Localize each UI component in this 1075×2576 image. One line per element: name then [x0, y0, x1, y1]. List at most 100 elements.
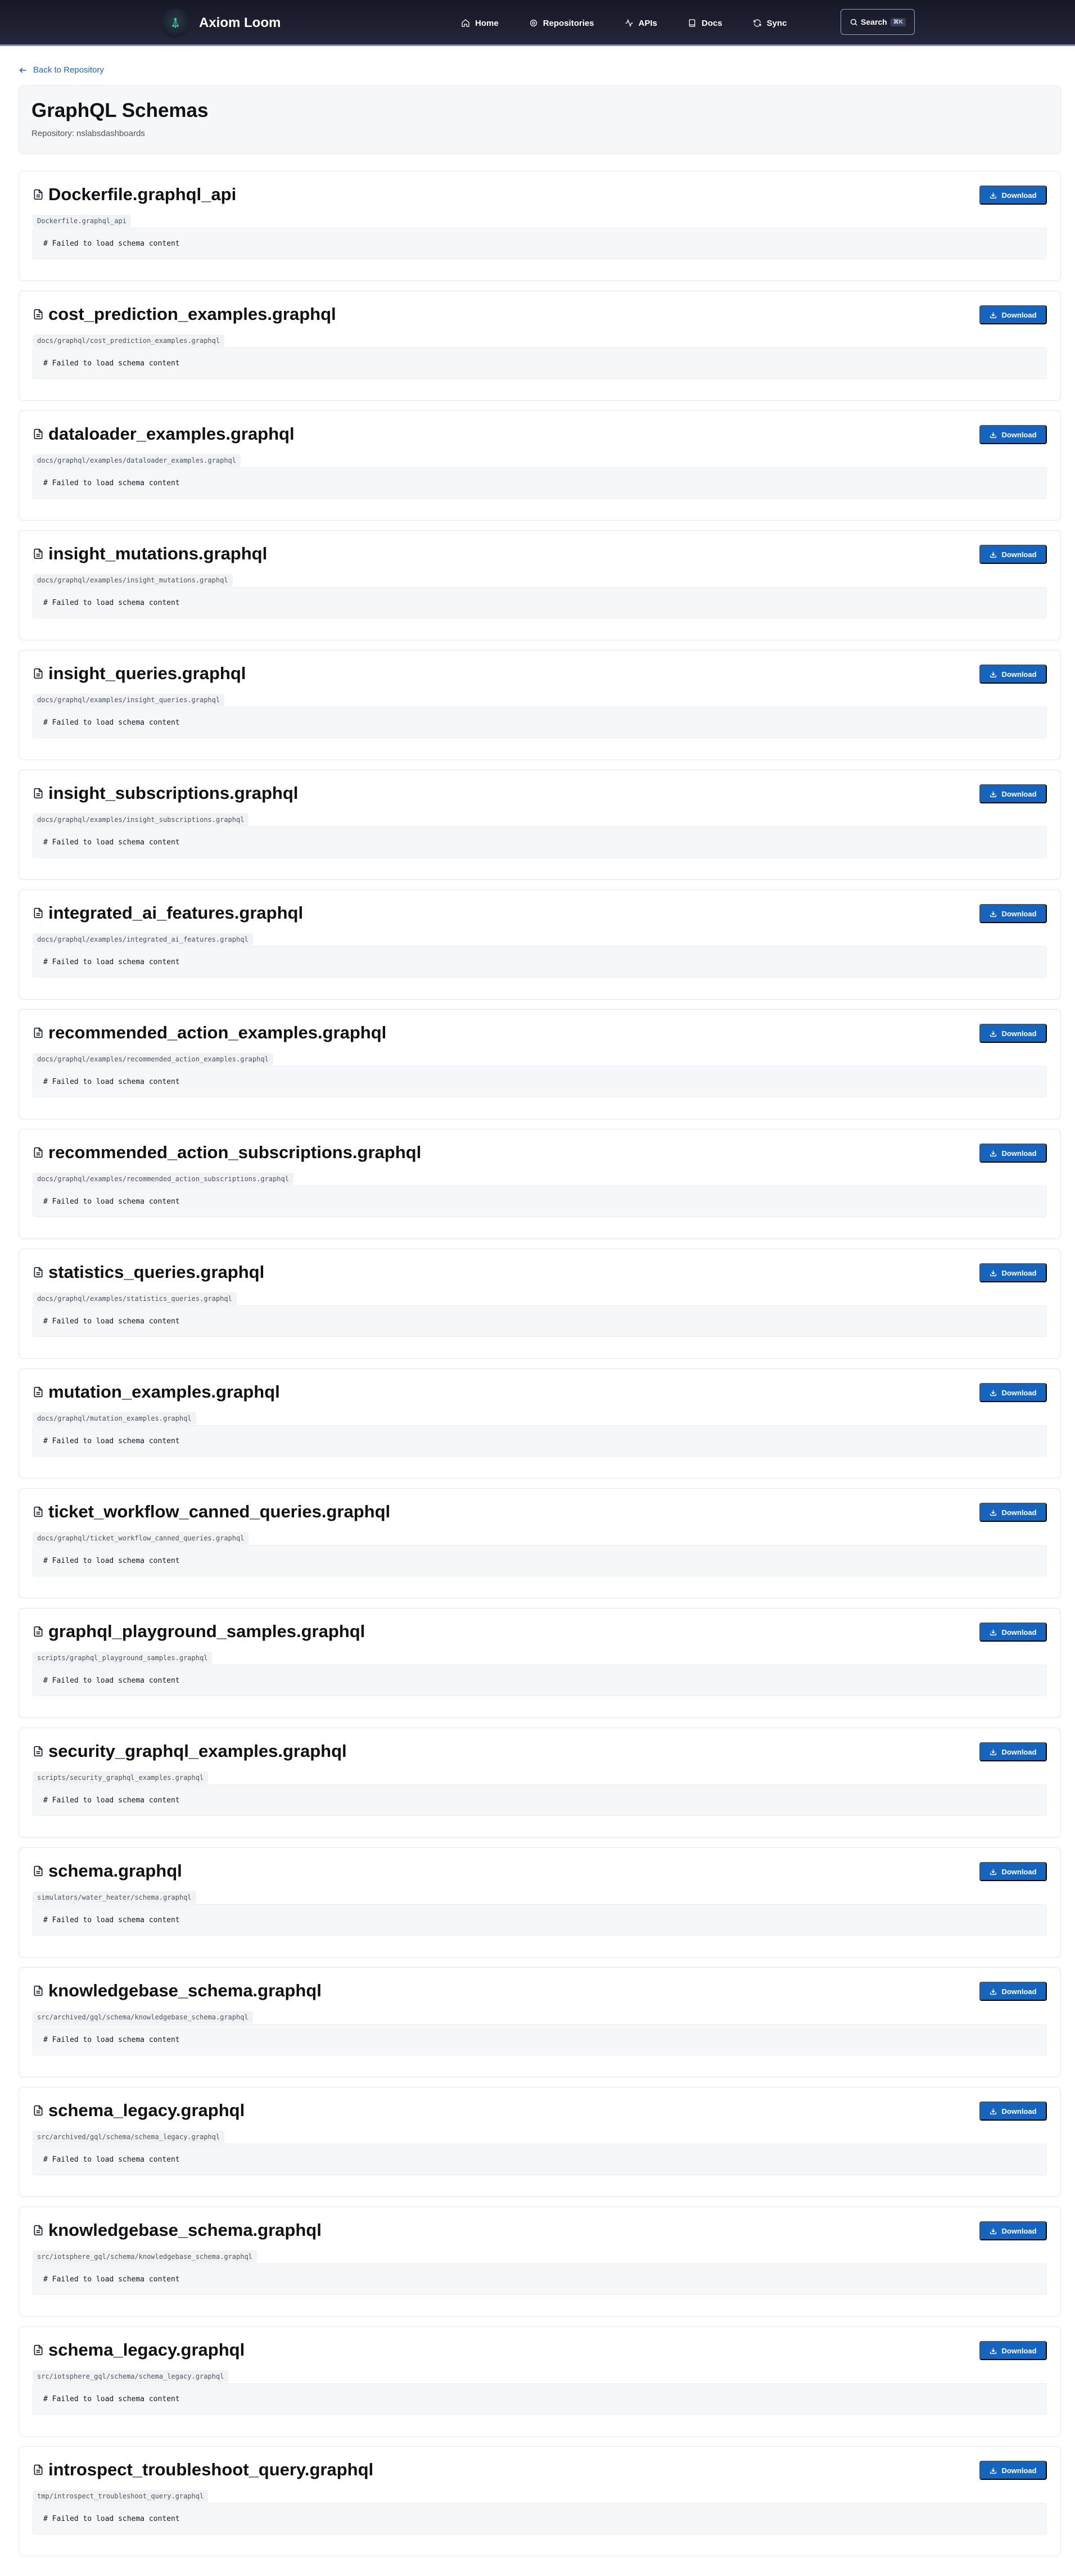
nav-label: Sync	[766, 18, 787, 28]
download-button[interactable]: Download	[979, 1742, 1047, 1761]
download-button[interactable]: Download	[979, 784, 1047, 803]
gear-icon	[530, 20, 537, 26]
schema-title: statistics_queries.graphql	[48, 1262, 265, 1282]
download-button[interactable]: Download	[979, 1862, 1047, 1881]
download-button[interactable]: Download	[979, 1144, 1047, 1163]
file-icon	[34, 668, 43, 679]
nav-item-home[interactable]: Home	[461, 19, 499, 28]
back-link-label: Back to Repository	[33, 65, 104, 75]
schema-title-row: recommended_action_subscriptions.graphql	[33, 1142, 421, 1163]
download-button[interactable]: Download	[979, 665, 1047, 684]
download-button[interactable]: Download	[979, 545, 1047, 564]
download-icon	[990, 1510, 997, 1516]
download-button[interactable]: Download	[979, 1383, 1047, 1402]
file-icon	[34, 1746, 43, 1757]
schema-title: security_graphql_examples.graphql	[48, 1741, 347, 1761]
schema-path: docs/graphql/mutation_examples.graphql	[33, 1412, 196, 1425]
schema-card: security_graphql_examples.graphql Downlo…	[19, 1728, 1061, 1838]
nav-label: Docs	[701, 18, 722, 28]
download-button[interactable]: Download	[979, 186, 1047, 205]
schema-title: insight_subscriptions.graphql	[48, 783, 299, 803]
back-to-repository-link[interactable]: Back to Repository	[19, 65, 104, 75]
schema-title: introspect_troubleshoot_query.graphql	[48, 2460, 374, 2479]
schema-title-row: knowledgebase_schema.graphql	[33, 1981, 322, 2001]
page-header-card: GraphQL Schemas Repository: nslabsdashbo…	[19, 85, 1061, 154]
download-icon	[990, 552, 997, 558]
nav-item-repositories[interactable]: Repositories	[529, 19, 594, 28]
schema-title: dataloader_examples.graphql	[48, 424, 295, 444]
file-icon	[34, 788, 43, 799]
download-icon	[990, 2228, 997, 2234]
schema-title-row: knowledgebase_schema.graphql	[33, 2220, 322, 2240]
file-icon	[34, 1985, 43, 1996]
download-label: Download	[1001, 1628, 1037, 1637]
download-button[interactable]: Download	[979, 1263, 1047, 1282]
schema-title: ticket_workflow_canned_queries.graphql	[48, 1502, 391, 1521]
schema-content: # Failed to load schema content	[33, 1784, 1047, 1816]
schema-path: docs/graphql/examples/insight_subscripti…	[33, 814, 249, 826]
download-button[interactable]: Download	[979, 1982, 1047, 2001]
schema-title: knowledgebase_schema.graphql	[48, 1981, 322, 2000]
download-button[interactable]: Download	[979, 425, 1047, 444]
neural-network-logo-icon	[161, 8, 190, 38]
download-label: Download	[1001, 2107, 1037, 2116]
search-icon	[850, 19, 857, 26]
nav-item-apis[interactable]: APIs	[625, 19, 657, 28]
schema-path: src/iotsphere_gql/schema/knowledgebase_s…	[33, 2250, 257, 2263]
download-button[interactable]: Download	[979, 1024, 1047, 1043]
download-label: Download	[1001, 909, 1037, 918]
download-button[interactable]: Download	[979, 305, 1047, 324]
download-button[interactable]: Download	[979, 1623, 1047, 1642]
brand[interactable]: Axiom Loom	[161, 8, 281, 38]
schema-path: docs/graphql/examples/insight_mutations.…	[33, 574, 233, 586]
schema-card: mutation_examples.graphql Download docs/…	[19, 1368, 1061, 1479]
schema-card: Dockerfile.graphql_api Download Dockerfi…	[19, 171, 1061, 281]
schema-content: # Failed to load schema content	[33, 2383, 1047, 2415]
schema-path: Dockerfile.graphql_api	[33, 215, 131, 227]
download-button[interactable]: Download	[979, 2102, 1047, 2121]
schema-path: scripts/security_graphql_examples.graphq…	[33, 1771, 209, 1784]
schema-card: insight_queries.graphql Download docs/gr…	[19, 650, 1061, 760]
download-button[interactable]: Download	[979, 2221, 1047, 2240]
search-button[interactable]: Search ⌘K	[841, 9, 915, 35]
schema-title-row: insight_queries.graphql	[33, 663, 246, 684]
schema-title: graphql_playground_samples.graphql	[48, 1621, 365, 1641]
arrow-left-icon	[19, 67, 26, 73]
schema-content: # Failed to load schema content	[33, 1665, 1047, 1696]
file-icon	[34, 2105, 43, 2116]
download-icon	[990, 2348, 997, 2354]
nav-label: Home	[475, 18, 499, 28]
schema-card: schema_legacy.graphql Download src/iotsp…	[19, 2326, 1061, 2437]
download-icon	[990, 671, 997, 677]
download-button[interactable]: Download	[979, 2461, 1047, 2480]
schema-content: # Failed to load schema content	[33, 1904, 1047, 1936]
home-icon	[462, 19, 469, 27]
file-icon	[34, 1027, 43, 1038]
nav-item-sync[interactable]: Sync	[753, 19, 787, 28]
download-button[interactable]: Download	[979, 1503, 1047, 1522]
search-label: Search	[861, 17, 887, 26]
download-button[interactable]: Download	[979, 2341, 1047, 2360]
download-label: Download	[1001, 310, 1037, 319]
schema-content: # Failed to load schema content	[33, 2503, 1047, 2534]
schema-card: insight_mutations.graphql Download docs/…	[19, 530, 1061, 640]
download-button[interactable]: Download	[979, 904, 1047, 923]
file-icon	[34, 309, 43, 320]
activity-icon	[625, 19, 633, 28]
schema-title-row: insight_mutations.graphql	[33, 544, 267, 564]
schema-title-row: graphql_playground_samples.graphql	[33, 1621, 365, 1642]
schema-path: docs/graphql/examples/statistics_queries…	[33, 1292, 237, 1305]
schema-title-row: statistics_queries.graphql	[33, 1262, 264, 1282]
nav-item-docs[interactable]: Docs	[688, 19, 722, 28]
schema-title-row: schema_legacy.graphql	[33, 2100, 245, 2121]
schema-title-row: insight_subscriptions.graphql	[33, 783, 298, 803]
download-label: Download	[1001, 670, 1037, 679]
schema-card: introspect_troubleshoot_query.graphql Do…	[19, 2446, 1061, 2556]
schema-title-row: schema.graphql	[33, 1861, 182, 1881]
book-icon	[689, 19, 695, 27]
search-shortcut: ⌘K	[890, 17, 906, 26]
download-icon	[990, 1749, 997, 1755]
schema-title: insight_mutations.graphql	[48, 544, 268, 563]
file-icon	[34, 1865, 43, 1877]
download-icon	[990, 1150, 997, 1156]
